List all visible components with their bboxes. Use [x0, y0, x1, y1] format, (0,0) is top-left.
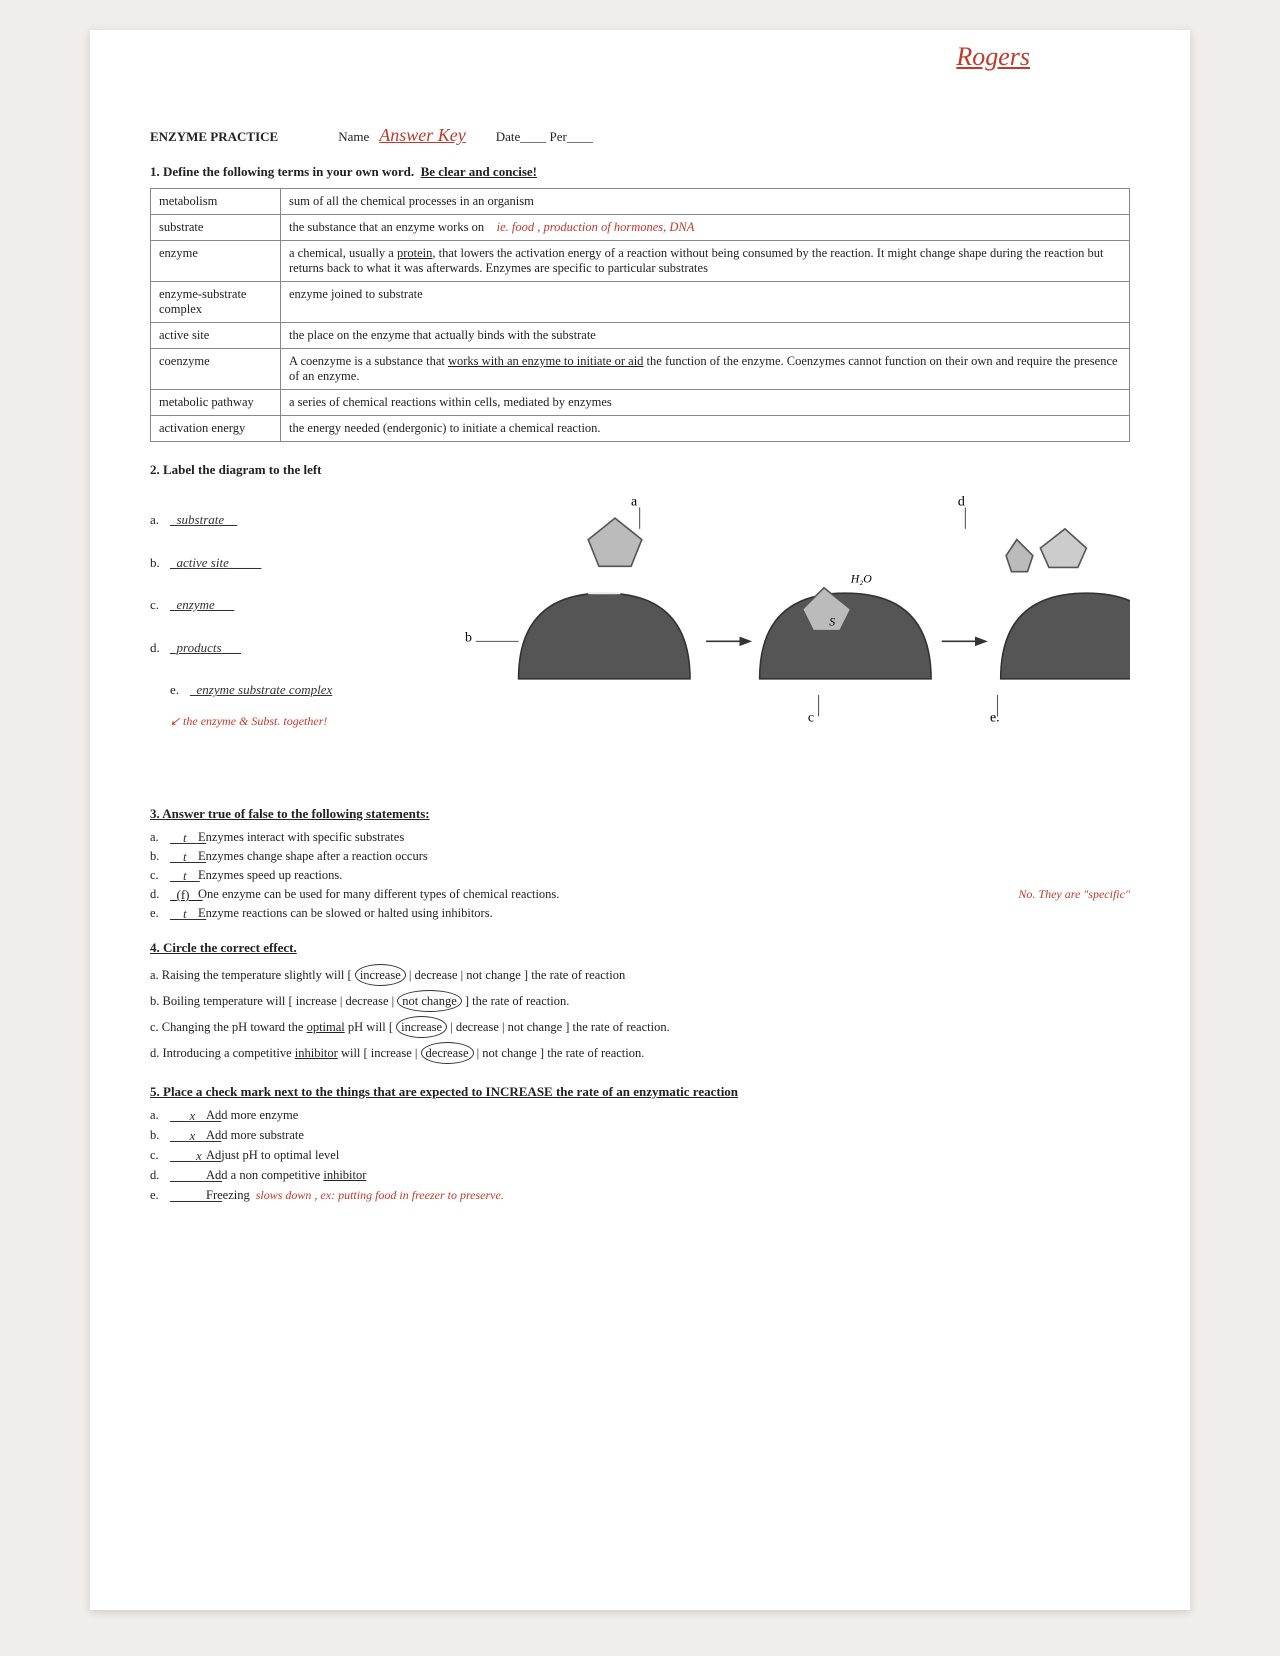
section-3-title: 3. Answer true of false to the following… — [150, 806, 1130, 822]
check-e: e. ________ Freezing slows down , ex: pu… — [150, 1188, 1130, 1204]
vocab-term: activation energy — [151, 416, 281, 442]
vocab-row-1: substratethe substance that an enzyme wo… — [151, 215, 1130, 241]
label-e-note: ↙ the enzyme & Subst. together! — [170, 714, 327, 728]
diagram-area: a d b c e. — [400, 486, 1130, 786]
circled-increase-c: increase — [396, 1016, 447, 1038]
vocab-definition: sum of all the chemical processes in an … — [281, 189, 1130, 215]
vocab-definition: the substance that an enzyme works on ie… — [281, 215, 1130, 241]
header: ENZYME PRACTICE Name Answer Key Date____… — [150, 125, 1130, 146]
vocab-row-2: enzymea chemical, usually a protein, tha… — [151, 241, 1130, 282]
top-name: Rogers — [956, 42, 1030, 72]
section-4: 4. Circle the correct effect. a. Raising… — [150, 940, 1130, 1064]
section-2: 2. Label the diagram to the left a. _sub… — [150, 462, 1130, 786]
tf-item-c: c. __t__ Enzymes speed up reactions. — [150, 868, 1130, 884]
vocab-term: metabolic pathway — [151, 390, 281, 416]
label-c: c. _enzyme___ — [150, 591, 370, 620]
svg-text:H₂O: H₂O — [850, 572, 873, 585]
svg-text:d: d — [958, 494, 965, 509]
vocab-term: active site — [151, 323, 281, 349]
vocab-row-5: coenzymeA coenzyme is a substance that w… — [151, 349, 1130, 390]
check-e-note: slows down , ex: putting food in freezer… — [256, 1188, 504, 1203]
vocab-row-0: metabolismsum of all the chemical proces… — [151, 189, 1130, 215]
effect-row-d: d. Introducing a competitive inhibitor w… — [150, 1042, 1130, 1064]
circled-increase-a: increase — [355, 964, 406, 986]
svg-text:e.: e. — [990, 711, 1000, 726]
vocab-definition: a chemical, usually a protein, that lowe… — [281, 241, 1130, 282]
vocab-definition: enzyme joined to substrate — [281, 282, 1130, 323]
vocab-term: enzyme — [151, 241, 281, 282]
svg-text:a: a — [631, 494, 637, 509]
tf-item-b: b. __t___ Enzymes change shape after a r… — [150, 849, 1130, 865]
diagram-section: a. _substrate__ b. _active site_____ c. … — [150, 486, 1130, 786]
enzyme-diagram: a d b c e. — [400, 486, 1130, 786]
tf-d-note: No. They are "specific" — [1018, 887, 1130, 902]
date-per: Date____ Per____ — [496, 129, 593, 145]
vocab-term: enzyme-substrate complex — [151, 282, 281, 323]
tf-item-a: a. __t___ Enzymes interact with specific… — [150, 830, 1130, 846]
vocab-table: metabolismsum of all the chemical proces… — [150, 188, 1130, 442]
section-1-title: 1. Define the following terms in your ow… — [150, 164, 1130, 180]
check-c: c. ____x___ Adjust pH to optimal level — [150, 1148, 1130, 1164]
section-5: 5. Place a check mark next to the things… — [150, 1084, 1130, 1204]
effect-row-a: a. Raising the temperature slightly will… — [150, 964, 1130, 986]
vocab-term: coenzyme — [151, 349, 281, 390]
label-b: b. _active site_____ — [150, 549, 370, 578]
vocab-definition: A coenzyme is a substance that works wit… — [281, 349, 1130, 390]
check-d: d. ________ Add a non competitive inhibi… — [150, 1168, 1130, 1184]
svg-text:S: S — [829, 615, 835, 628]
section-2-title: 2. Label the diagram to the left — [150, 462, 1130, 478]
check-a: a. ___x____ Add more enzyme — [150, 1108, 1130, 1124]
section-5-title: 5. Place a check mark next to the things… — [150, 1084, 1130, 1100]
vocab-row-3: enzyme-substrate complexenzyme joined to… — [151, 282, 1130, 323]
vocab-term: substrate — [151, 215, 281, 241]
diagram-labels: a. _substrate__ b. _active site_____ c. … — [150, 486, 370, 786]
section-3: 3. Answer true of false to the following… — [150, 806, 1130, 922]
section-4-title: 4. Circle the correct effect. — [150, 940, 1130, 956]
worksheet-title: ENZYME PRACTICE — [150, 129, 278, 145]
svg-text:c: c — [808, 711, 814, 726]
tf-item-e: e. __t___ Enzyme reactions can be slowed… — [150, 906, 1130, 922]
name-value: Answer Key — [379, 125, 465, 146]
vocab-definition: a series of chemical reactions within ce… — [281, 390, 1130, 416]
circled-notchange-b: not change — [397, 990, 462, 1012]
page: Rogers ENZYME PRACTICE Name Answer Key D… — [90, 30, 1190, 1610]
section-1: 1. Define the following terms in your ow… — [150, 164, 1130, 442]
vocab-definition: the energy needed (endergonic) to initia… — [281, 416, 1130, 442]
label-e: e. _enzyme substrate complex ↙ the enzym… — [150, 676, 370, 735]
vocab-row-4: active sitethe place on the enzyme that … — [151, 323, 1130, 349]
label-a: a. _substrate__ — [150, 506, 370, 535]
circled-decrease-d: decrease — [421, 1042, 474, 1064]
effect-row-b: b. Boiling temperature will [ increase |… — [150, 990, 1130, 1012]
vocab-definition: the place on the enzyme that actually bi… — [281, 323, 1130, 349]
vocab-term: metabolism — [151, 189, 281, 215]
effect-row-c: c. Changing the pH toward the optimal pH… — [150, 1016, 1130, 1038]
vocab-row-6: metabolic pathwaya series of chemical re… — [151, 390, 1130, 416]
check-b: b. ___x____ Add more substrate — [150, 1128, 1130, 1144]
vocab-row-7: activation energythe energy needed (ende… — [151, 416, 1130, 442]
svg-text:b: b — [465, 630, 472, 645]
tf-item-d: d. _(f)__ One enzyme can be used for man… — [150, 887, 1130, 903]
name-label: Name — [338, 129, 369, 145]
label-d: d. _products___ — [150, 634, 370, 663]
